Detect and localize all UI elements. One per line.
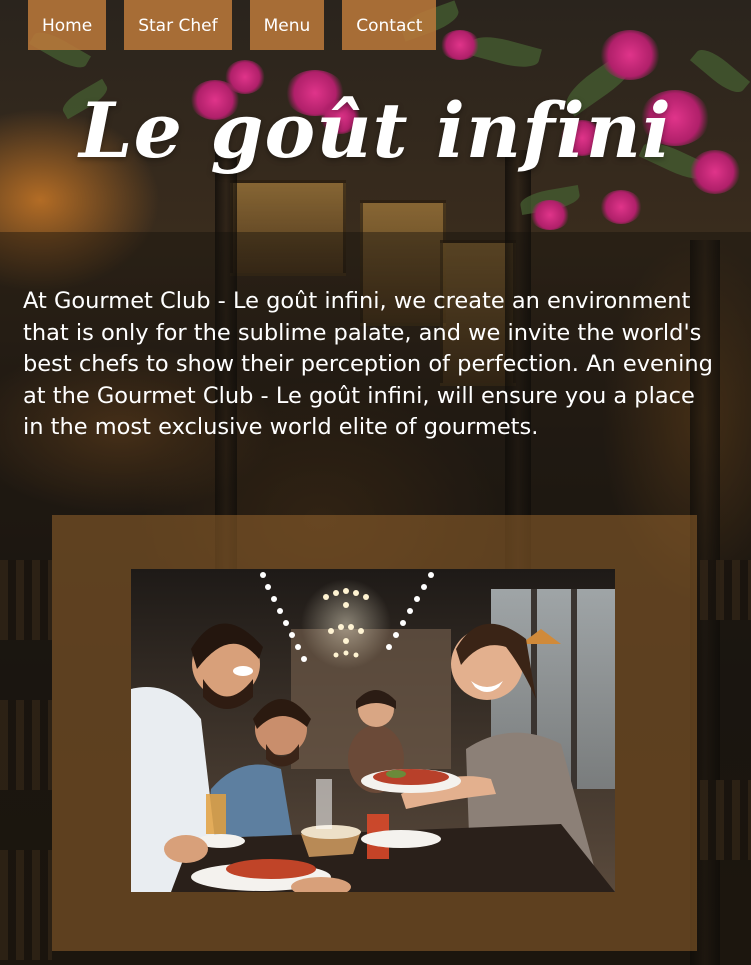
main-nav: Home Star Chef Menu Contact xyxy=(28,0,437,50)
intro-paragraph: At Gourmet Club - Le goût infini, we cre… xyxy=(23,288,713,440)
nav-item-home[interactable]: Home xyxy=(28,0,107,50)
diners-photo xyxy=(131,569,615,892)
site-title: Le goût infini xyxy=(79,86,672,175)
nav-item-star-chef[interactable]: Star Chef xyxy=(124,0,232,50)
nav-item-menu[interactable]: Menu xyxy=(249,0,325,50)
photo-card xyxy=(52,515,697,951)
nav-item-contact[interactable]: Contact xyxy=(342,0,437,50)
